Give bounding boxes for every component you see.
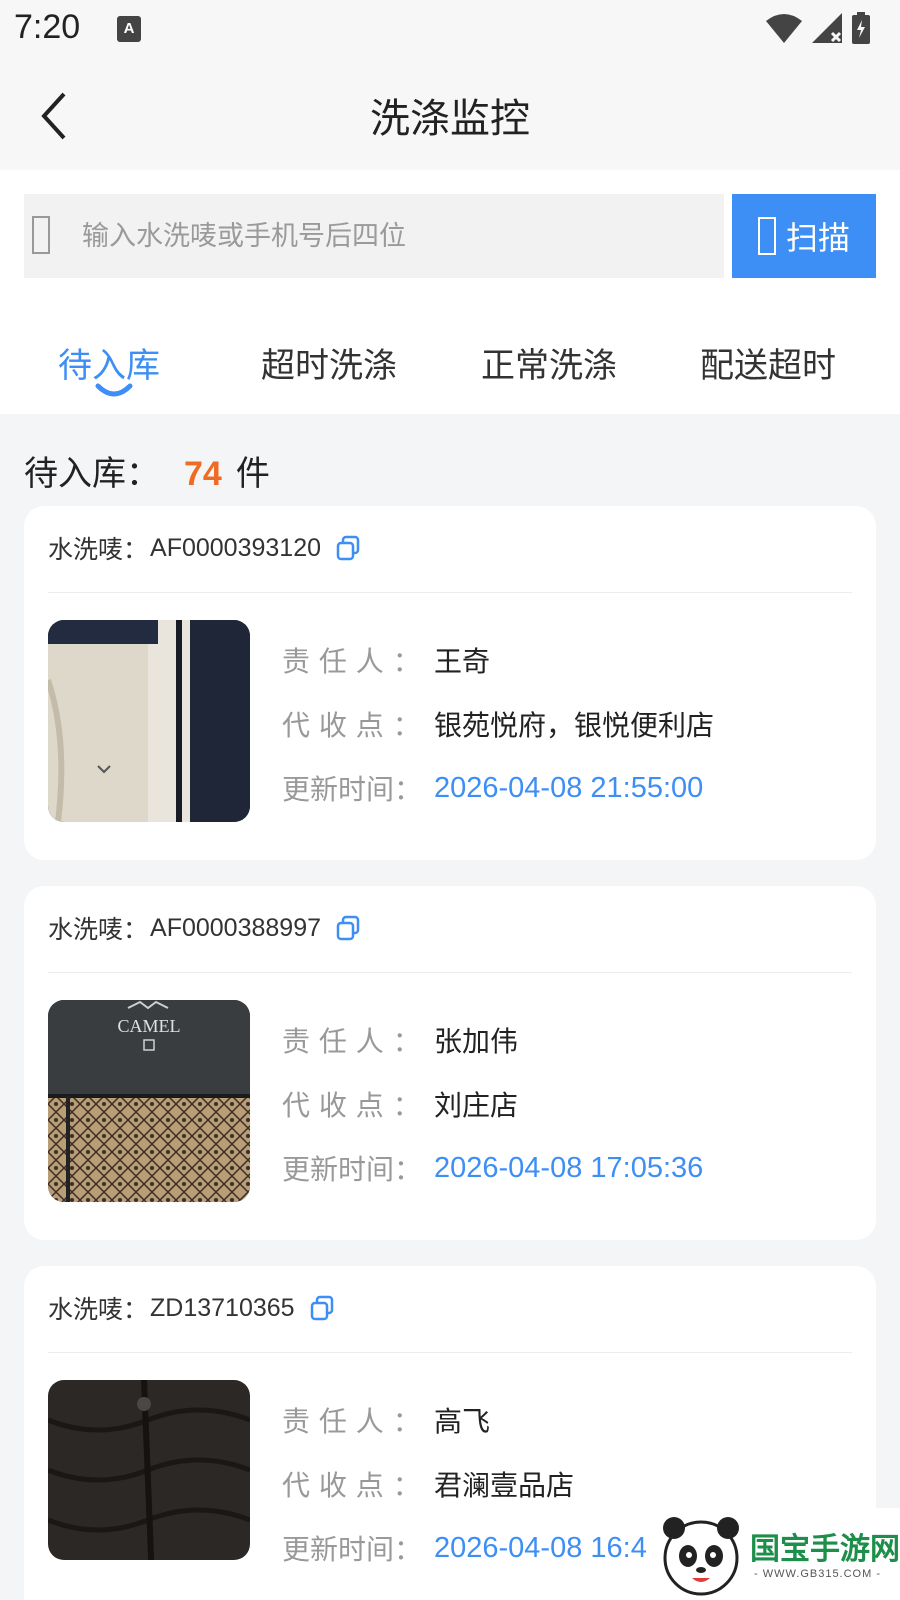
garment-photo xyxy=(48,620,250,822)
laundry-code: ZD13710365 xyxy=(150,1293,295,1322)
search-icon xyxy=(32,216,50,254)
person-label: 责 任 人 ： xyxy=(282,1405,421,1438)
point-row: 代 收 点 ： 君澜壹品店 xyxy=(282,1464,574,1504)
tab-normal-washing[interactable]: 正常洗涤 xyxy=(481,338,617,387)
tab-bar: 待入库 超时洗涤 正常洗涤 配送超时 xyxy=(0,302,900,414)
divider xyxy=(48,1352,852,1353)
nav-bar: 洗涤监控 xyxy=(0,62,900,170)
laundry-card[interactable]: 水洗唛： AF0000393120 责 任 人 ： 王奇 代 收 点 ： 银苑悦… xyxy=(24,506,876,860)
time-row: 更新时间： 2026-04-08 16:47 xyxy=(282,1528,663,1568)
garment-photo: CAMEL xyxy=(48,1000,250,1202)
status-icons xyxy=(766,12,870,44)
brand-label: CAMEL xyxy=(118,1016,181,1036)
garment-photo xyxy=(48,1380,250,1560)
laundry-code: AF0000393120 xyxy=(150,533,321,562)
time-label: 更新时间： xyxy=(282,1153,423,1186)
watermark-name: 国宝手游网 xyxy=(750,1532,900,1567)
copy-icon[interactable] xyxy=(335,915,361,941)
notification-icon: A xyxy=(117,16,141,42)
wifi-icon xyxy=(766,14,802,43)
page-title: 洗涤监控 xyxy=(370,96,530,142)
panda-logo-icon xyxy=(663,1517,739,1596)
count-value: 74 xyxy=(184,455,222,493)
person-value: 张加伟 xyxy=(434,1025,519,1058)
point-label: 代 收 点 ： xyxy=(282,709,421,742)
watermark: 国宝手游网 - WWW.GB315.COM - xyxy=(648,1508,900,1600)
status-bar: 7:20 A xyxy=(0,0,900,62)
search-input[interactable] xyxy=(82,194,712,278)
scan-icon xyxy=(757,217,776,255)
search-box[interactable] xyxy=(24,194,724,278)
status-time: 7:20 xyxy=(14,8,81,46)
person-label: 责 任 人 ： xyxy=(282,645,421,678)
time-label: 更新时间： xyxy=(282,773,423,806)
person-row: 责 任 人 ： 张加伟 xyxy=(282,1020,518,1060)
scan-button[interactable]: 扫描 xyxy=(732,194,876,278)
count-label: 待入库： xyxy=(24,454,160,494)
divider xyxy=(48,592,852,593)
point-label: 代 收 点 ： xyxy=(282,1469,421,1502)
time-row: 更新时间： 2026-04-08 17:05:36 xyxy=(282,1148,703,1188)
card-code-row: 水洗唛： ZD13710365 xyxy=(48,1290,335,1326)
search-area: 扫描 xyxy=(0,170,900,302)
code-label: 水洗唛： xyxy=(48,915,149,944)
watermark-url: - WWW.GB315.COM - xyxy=(754,1568,881,1580)
time-value: 2026-04-08 17:05:36 xyxy=(434,1151,704,1184)
point-value: 刘庄店 xyxy=(434,1089,519,1122)
code-label: 水洗唛： xyxy=(48,535,149,564)
copy-icon[interactable] xyxy=(335,535,361,561)
person-row: 责 任 人 ： 高飞 xyxy=(282,1400,490,1440)
person-label: 责 任 人 ： xyxy=(282,1025,421,1058)
point-row: 代 收 点 ： 刘庄店 xyxy=(282,1084,518,1124)
tab-overtime-washing[interactable]: 超时洗涤 xyxy=(261,338,397,387)
divider xyxy=(48,972,852,973)
battery-icon xyxy=(852,12,870,44)
point-value: 君澜壹品店 xyxy=(434,1469,575,1502)
tab-indicator xyxy=(95,383,133,397)
copy-icon[interactable] xyxy=(309,1295,335,1321)
card-code-row: 水洗唛： AF0000393120 xyxy=(48,530,361,566)
laundry-code: AF0000388997 xyxy=(150,913,321,942)
scan-button-label: 扫描 xyxy=(785,219,850,257)
person-value: 高飞 xyxy=(434,1405,491,1438)
count-unit: 件 xyxy=(235,454,270,494)
time-value: 2026-04-08 16:47 xyxy=(434,1531,663,1564)
card-code-row: 水洗唛： AF0000388997 xyxy=(48,910,361,946)
tab-delivery-overtime[interactable]: 配送超时 xyxy=(700,338,836,387)
point-label: 代 收 点 ： xyxy=(282,1089,421,1122)
signal-icon xyxy=(812,13,842,43)
time-value: 2026-04-08 21:55:00 xyxy=(434,771,704,804)
time-label: 更新时间： xyxy=(282,1533,423,1566)
person-value: 王奇 xyxy=(434,645,491,678)
code-label: 水洗唛： xyxy=(48,1295,149,1324)
point-value: 银苑悦府，银悦便利店 xyxy=(434,709,715,742)
time-row: 更新时间： 2026-04-08 21:55:00 xyxy=(282,768,703,808)
point-row: 代 收 点 ： 银苑悦府，银悦便利店 xyxy=(282,704,714,744)
pending-count: 待入库： 74 件 xyxy=(24,446,270,495)
person-row: 责 任 人 ： 王奇 xyxy=(282,640,490,680)
laundry-card[interactable]: 水洗唛： AF0000388997 CAMEL 责 任 人 ： 张加伟 代 收 … xyxy=(24,886,876,1240)
